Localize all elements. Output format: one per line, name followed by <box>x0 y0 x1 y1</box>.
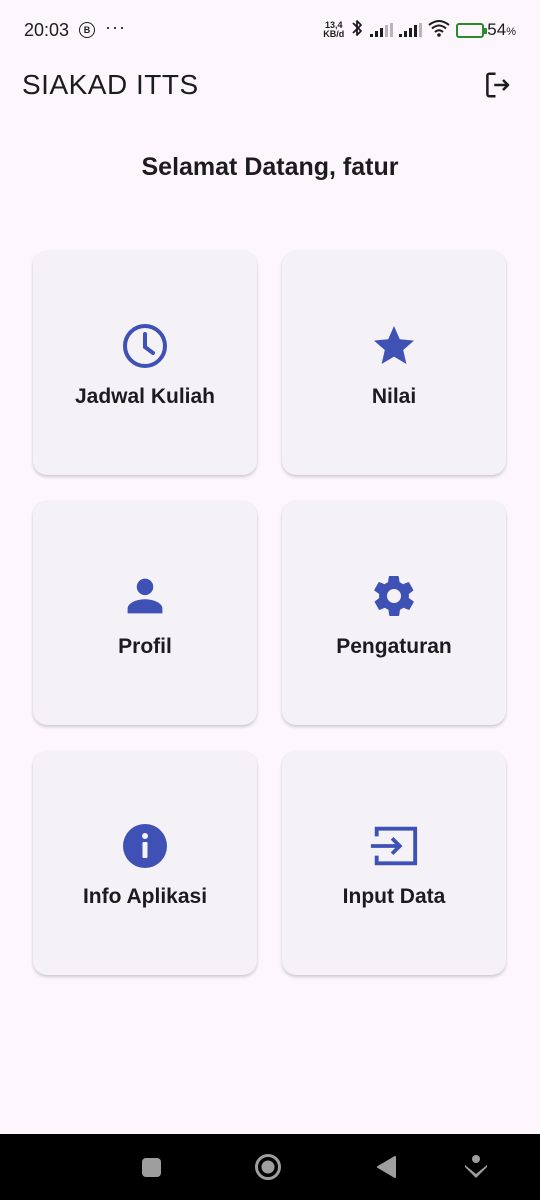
menu-tile-label: Profil <box>118 635 172 658</box>
menu-tile-nilai[interactable]: Nilai <box>282 251 506 475</box>
menu-tile-label: Pengaturan <box>336 635 452 658</box>
status-left: 20:03 B ··· <box>24 17 127 41</box>
logout-button[interactable] <box>478 65 518 105</box>
home-icon <box>255 1154 281 1180</box>
person-icon <box>120 571 170 621</box>
signal-icon-2 <box>399 23 423 37</box>
menu-tile-jadwal-kuliah[interactable]: Jadwal Kuliah <box>33 251 257 475</box>
star-icon <box>369 321 419 371</box>
menu-tile-profil[interactable]: Profil <box>33 501 257 725</box>
recents-icon <box>141 1157 161 1177</box>
back-icon <box>377 1156 396 1178</box>
battery-indicator: 54% <box>456 20 516 40</box>
wifi-icon <box>428 19 450 42</box>
menu-grid: Jadwal Kuliah Nilai Profil Pengaturan In… <box>33 251 506 975</box>
menu-tile-label: Input Data <box>342 885 446 908</box>
b-badge-icon: B <box>79 22 96 38</box>
welcome-text: Selamat Datang, fatur <box>141 153 399 181</box>
system-navigation-bar <box>0 1134 540 1200</box>
logout-icon <box>486 72 510 98</box>
network-speed-unit: KB/d <box>323 29 345 39</box>
recents-button[interactable] <box>138 1154 164 1180</box>
back-button[interactable] <box>372 1153 400 1181</box>
menu-tile-input-data[interactable]: Input Data <box>282 751 506 975</box>
network-speed: 13,4 KB/d <box>323 21 344 39</box>
signal-icon-1 <box>370 23 394 37</box>
app-bar: SIAKAD ITTS <box>0 60 540 110</box>
status-bar: 20:03 B ··· 13,4 KB/d 54% <box>0 0 540 60</box>
battery-icon <box>456 22 488 38</box>
battery-percent: 54% <box>487 20 516 39</box>
menu-tile-pengaturan[interactable]: Pengaturan <box>282 501 506 725</box>
assistant-button[interactable] <box>462 1153 490 1181</box>
status-right: 13,4 KB/d 54% <box>323 19 516 42</box>
home-button[interactable] <box>252 1151 284 1183</box>
app-screen: 20:03 B ··· 13,4 KB/d 54% SIAKAD ITTS Se… <box>0 0 540 1200</box>
menu-tile-label: Jadwal Kuliah <box>74 385 216 408</box>
bluetooth-icon <box>350 19 364 42</box>
gear-icon <box>369 571 419 621</box>
more-notifications-icon: ··· <box>105 17 127 37</box>
menu-tile-label: Info Aplikasi <box>82 885 208 908</box>
status-time: 20:03 <box>24 19 70 40</box>
info-icon <box>120 821 170 871</box>
assistant-icon <box>465 1155 487 1178</box>
clock-icon <box>120 321 170 371</box>
app-title: SIAKAD ITTS <box>22 69 199 100</box>
menu-tile-label: Nilai <box>371 385 417 408</box>
input-icon <box>369 821 419 871</box>
menu-tile-info-aplikasi[interactable]: Info Aplikasi <box>33 751 257 975</box>
